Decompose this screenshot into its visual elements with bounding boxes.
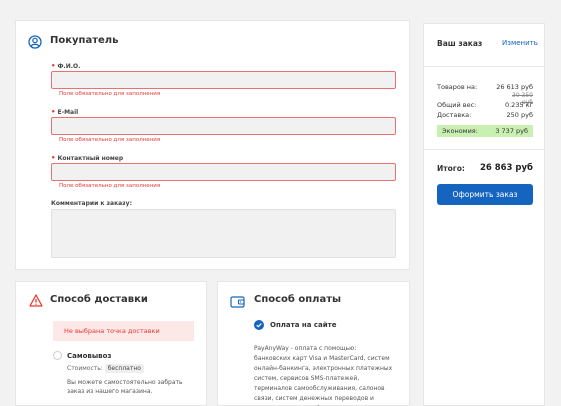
fio-label: • Ф.И.О. [51,62,81,70]
savings-row: Экономия: 3 737 руб [437,125,533,137]
payment-title: Способ оплаты [254,294,342,305]
wallet-icon [230,293,245,308]
check-icon [256,323,262,328]
payment-description: PayAnyWay - оплата с помощью: банковских… [254,345,393,406]
fio-input[interactable] [51,71,396,89]
email-label: • E-Mail [51,108,79,116]
delivery-alert: Не выбрана точка доставки [53,321,194,341]
delivery-title: Способ доставки [50,294,148,305]
total-value: 26 863 руб [479,163,533,173]
pickup-option-label[interactable]: Самовывоз [67,352,111,360]
comment-textarea[interactable] [51,209,396,258]
delivery-row: Доставка: 250 руб [437,111,533,119]
warning-icon [29,292,43,307]
order-summary-card [423,23,545,406]
fio-error: Поле обязательно для заполнения [59,91,161,97]
user-icon [28,34,42,49]
email-input[interactable] [51,117,396,135]
comment-label: Комментарии к заказу: [51,200,132,207]
email-error: Поле обязательно для заполнения [59,137,161,143]
edit-order-link[interactable]: Изменить [502,39,538,47]
order-title: Ваш заказ [437,39,483,48]
phone-label: • Контактный номер [51,154,124,162]
online-payment-radio-checked[interactable] [254,320,264,330]
free-badge: бесплатно [104,364,144,373]
pickup-radio[interactable] [53,351,62,360]
submit-order-button[interactable]: Оформить заказ [437,184,533,205]
online-payment-label[interactable]: Оплата на сайте [270,321,336,329]
phone-input[interactable] [51,163,396,181]
pickup-cost: Стоимость: бесплатно [67,364,144,373]
order-divider-2 [424,149,544,150]
buyer-title: Покупатель [50,35,119,46]
pickup-description: Вы можете самостоятельно забрать заказ и… [67,379,183,395]
weight-row: Общий вес: 0.235 кг [437,101,533,109]
phone-error: Поле обязательно для заполнения [59,183,161,189]
order-divider [424,66,544,67]
total-label: Итого: [437,164,465,173]
goods-row: Товаров на: 26 613 руб [437,83,533,91]
